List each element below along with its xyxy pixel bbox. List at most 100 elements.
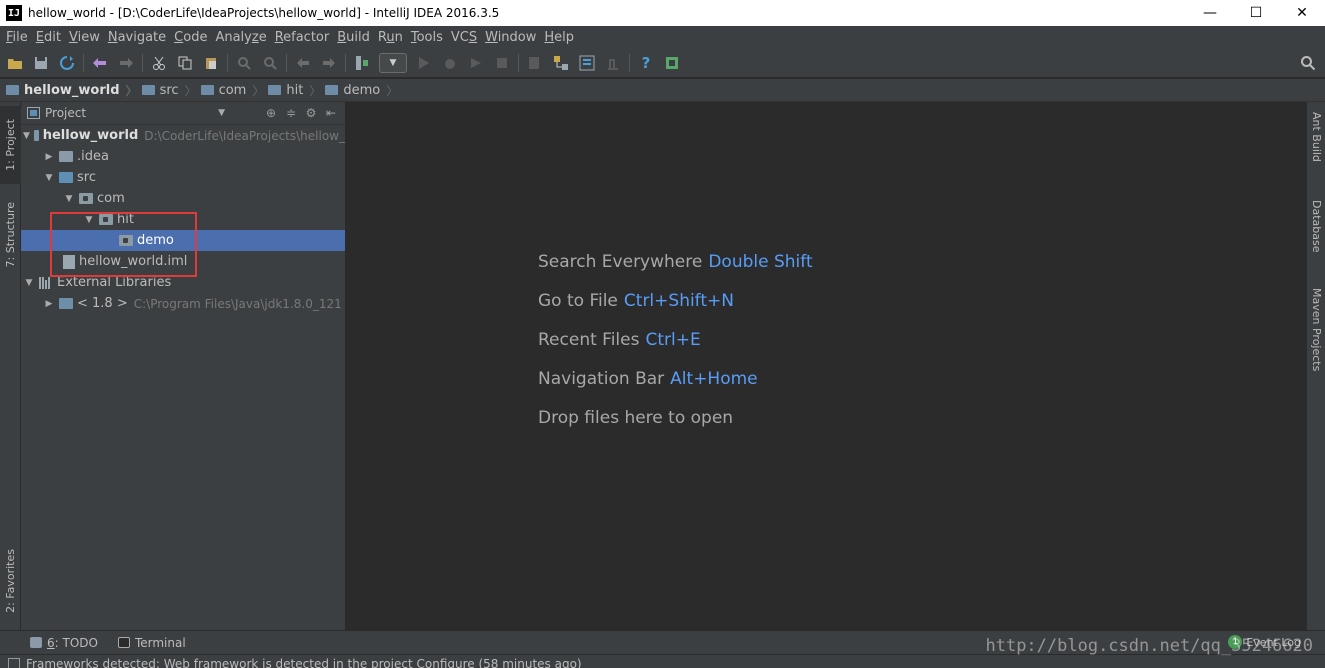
paste-icon[interactable]: [200, 52, 222, 74]
status-message[interactable]: Frameworks detected: Web framework is de…: [26, 655, 582, 668]
menu-analyze[interactable]: Analyze: [211, 30, 270, 45]
breadcrumb-demo[interactable]: demo 〉: [325, 82, 402, 99]
tree-node-src[interactable]: ▼ src: [21, 167, 345, 188]
library-icon: [39, 276, 53, 289]
tab-database[interactable]: Database: [1307, 200, 1325, 270]
toggle-tool-windows-icon[interactable]: [8, 658, 20, 668]
module-folder-icon: [33, 130, 39, 141]
bottom-tool-bar: 6: TODO Terminal 1 Event Log: [0, 630, 1325, 654]
tab-maven-projects[interactable]: Maven Projects: [1307, 288, 1325, 388]
make-icon[interactable]: [351, 52, 373, 74]
menu-run[interactable]: Run: [374, 30, 407, 45]
breadcrumb-hellow-world[interactable]: hellow_world 〉: [6, 82, 142, 99]
menu-view[interactable]: View: [65, 30, 104, 45]
run-icon[interactable]: [413, 52, 435, 74]
editor-hint-shortcut: Double Shift: [708, 252, 813, 272]
debug-icon[interactable]: [439, 52, 461, 74]
cut-icon[interactable]: [148, 52, 170, 74]
tab-todo-label: : TODO: [54, 635, 98, 650]
replace-icon[interactable]: [259, 52, 281, 74]
menu-tools[interactable]: Tools: [407, 30, 447, 45]
stop-icon[interactable]: [491, 52, 513, 74]
coverage-icon[interactable]: [465, 52, 487, 74]
menu-help[interactable]: Help: [540, 30, 578, 45]
tree-node-hit[interactable]: ▼ hit: [21, 209, 345, 230]
save-icon[interactable]: [30, 52, 52, 74]
tree-node-root[interactable]: ▼ hellow_world D:\CoderLife\IdeaProjects…: [21, 125, 345, 146]
tab-todo[interactable]: 6: TODO: [30, 636, 98, 650]
tree-node-external-libraries[interactable]: ▼ External Libraries: [21, 272, 345, 293]
search-everywhere-icon[interactable]: [1297, 52, 1319, 74]
menu-refactor[interactable]: Refactor: [271, 30, 334, 45]
tree-node-demo[interactable]: demo: [21, 230, 345, 251]
sdk-icon[interactable]: [602, 52, 624, 74]
expand-arrow-icon[interactable]: ▼: [43, 173, 55, 183]
expand-arrow-icon[interactable]: ▼: [23, 278, 35, 288]
menu-vcs[interactable]: VCS: [447, 30, 481, 45]
breadcrumb-hit[interactable]: hit 〉: [268, 82, 325, 99]
tree-node-label: src: [77, 170, 96, 185]
tree-node-idea[interactable]: ▶ .idea: [21, 146, 345, 167]
gear-icon[interactable]: ⚙: [301, 104, 321, 122]
tab-terminal-label: Terminal: [134, 635, 186, 650]
breadcrumb-com[interactable]: com 〉: [200, 82, 269, 99]
scroll-from-source-icon[interactable]: ⊕: [261, 104, 281, 122]
tab-structure-label: 7: Structure: [4, 202, 17, 268]
redo-icon[interactable]: [115, 52, 137, 74]
tab-favorites-label: 2: Favorites: [4, 549, 17, 613]
collapsed-arrow-icon[interactable]: ▶: [43, 152, 55, 162]
folder-icon: [325, 85, 339, 95]
expand-arrow-icon[interactable]: ▼: [63, 194, 75, 204]
collapsed-arrow-icon[interactable]: ▶: [43, 299, 55, 309]
undo-icon[interactable]: [89, 52, 111, 74]
status-bar: Frameworks detected: Web framework is de…: [0, 654, 1325, 668]
toolbar-separator: [518, 53, 519, 72]
sync-icon[interactable]: [56, 52, 78, 74]
expand-arrow-icon[interactable]: ▼: [83, 215, 95, 225]
editor-empty-area[interactable]: Search Everywhere Double Shift Go to File C…: [347, 102, 1306, 630]
help-icon[interactable]: ?: [635, 52, 657, 74]
menu-window[interactable]: Window: [481, 30, 540, 45]
run-config-dropdown[interactable]: ▼: [379, 52, 407, 73]
tab-project-label: 1: Project: [4, 119, 17, 171]
maximize-button[interactable]: ☐: [1233, 0, 1279, 26]
open-icon[interactable]: [4, 52, 26, 74]
close-button[interactable]: ✕: [1279, 0, 1325, 26]
expand-arrow-icon[interactable]: ▼: [23, 131, 30, 141]
tab-favorites[interactable]: 2: Favorites: [0, 538, 21, 624]
toolbar-separator: [345, 53, 346, 72]
settings-icon[interactable]: [576, 52, 598, 74]
plugin-icon[interactable]: [661, 52, 683, 74]
forward-icon[interactable]: [318, 52, 340, 74]
right-tool-strip: Ant Build Database Maven Projects: [1306, 102, 1325, 630]
terminal-icon: [117, 637, 130, 648]
tab-project[interactable]: 1: Project: [0, 106, 21, 184]
event-count-badge: 1: [1228, 635, 1243, 649]
breadcrumb-src[interactable]: src 〉: [141, 82, 201, 99]
package-icon: [99, 214, 113, 225]
copy-icon[interactable]: [174, 52, 196, 74]
tab-ant-build[interactable]: Ant Build: [1307, 112, 1325, 182]
menu-navigate[interactable]: Navigate: [104, 30, 170, 45]
menu-build[interactable]: Build: [333, 30, 374, 45]
menu-code[interactable]: Code: [170, 30, 211, 45]
collapse-all-icon[interactable]: ≑: [281, 104, 301, 122]
navigation-bar: hellow_world 〉 src 〉 com 〉 hit 〉 demo 〉: [0, 79, 1325, 102]
tab-structure[interactable]: 7: Structure: [0, 192, 21, 278]
hide-panel-icon[interactable]: ⇤: [321, 104, 341, 122]
tab-maven-projects-label: Maven Projects: [1310, 288, 1323, 372]
menu-edit[interactable]: Edit: [32, 30, 65, 45]
tree-node-jdk[interactable]: ▶ < 1.8 > C:\Program Files\Java\jdk1.8.0…: [21, 293, 345, 314]
tab-terminal[interactable]: Terminal: [117, 635, 186, 650]
event-log-button[interactable]: 1 Event Log: [1228, 635, 1301, 649]
tree-node-com[interactable]: ▼ com: [21, 188, 345, 209]
view-dropdown-icon[interactable]: ▼: [218, 108, 225, 118]
project-structure-icon[interactable]: [550, 52, 572, 74]
find-icon[interactable]: [233, 52, 255, 74]
project-tree: ▼ hellow_world D:\CoderLife\IdeaProjects…: [21, 125, 345, 314]
back-icon[interactable]: [292, 52, 314, 74]
minimize-button[interactable]: —: [1187, 0, 1233, 26]
build-artifacts-icon[interactable]: [524, 52, 546, 74]
menu-file[interactable]: File: [2, 30, 32, 45]
tree-node-iml[interactable]: hellow_world.iml: [21, 251, 345, 272]
